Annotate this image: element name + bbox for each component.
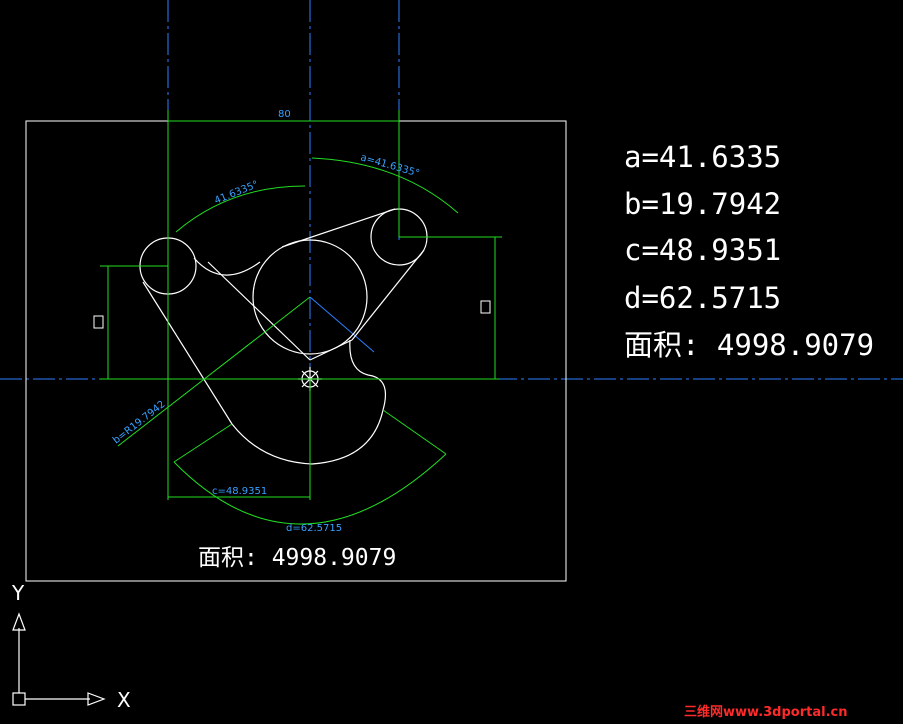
inner-left-line[interactable] (207, 261, 311, 361)
dim-text-80: 80 (278, 109, 291, 120)
result-area: 面积: 4998.9079 (624, 328, 874, 362)
drawing-area-label: 面积: 4998.9079 (198, 545, 396, 571)
dim-text-length-c: c=48.9351 (212, 486, 267, 497)
ucs-y-arrow (12, 612, 26, 631)
top-tangent-line[interactable] (281, 208, 396, 248)
result-a: a=41.6335 (624, 140, 781, 174)
results-panel: a=41.6335 b=19.7942 c=48.9351 d=62.5715 … (624, 140, 874, 362)
dim-text-angle-left: 41.6335° (213, 179, 260, 207)
watermark-text: 三维网www.3dportal.cn (684, 704, 847, 720)
ucs-y-label: Y (11, 581, 25, 605)
dimension-lines (93, 110, 502, 525)
ext-line-d-left (173, 423, 233, 463)
inner-right-line[interactable] (309, 339, 353, 361)
dim-text-arc-d: d=62.5715 (286, 523, 342, 534)
right-lobe-arc[interactable] (349, 339, 387, 411)
dim-text-radius-b: b=R19.7942 (111, 399, 167, 446)
right-tangent-line[interactable] (351, 249, 425, 341)
bottom-outer-arc[interactable] (231, 409, 384, 465)
ucs-x-label: X (117, 688, 131, 712)
result-b: b=19.7942 (624, 187, 781, 221)
part-geometry[interactable] (139, 208, 428, 465)
ucs-origin-box (12, 692, 26, 706)
sheet-border (25, 120, 567, 582)
left-fillet-arc[interactable] (193, 257, 261, 276)
right-height-text-box (480, 300, 491, 314)
cad-drawing-canvas[interactable]: 80 41.6335° a=41.6335° b=R19.7942 c=48.9… (0, 0, 903, 724)
result-d: d=62.5715 (624, 281, 781, 315)
ucs-icon (12, 612, 106, 706)
ext-line-d-right (382, 409, 447, 455)
left-height-text-box (93, 315, 104, 329)
ucs-x-arrow (87, 692, 106, 706)
result-c: c=48.9351 (624, 233, 781, 267)
